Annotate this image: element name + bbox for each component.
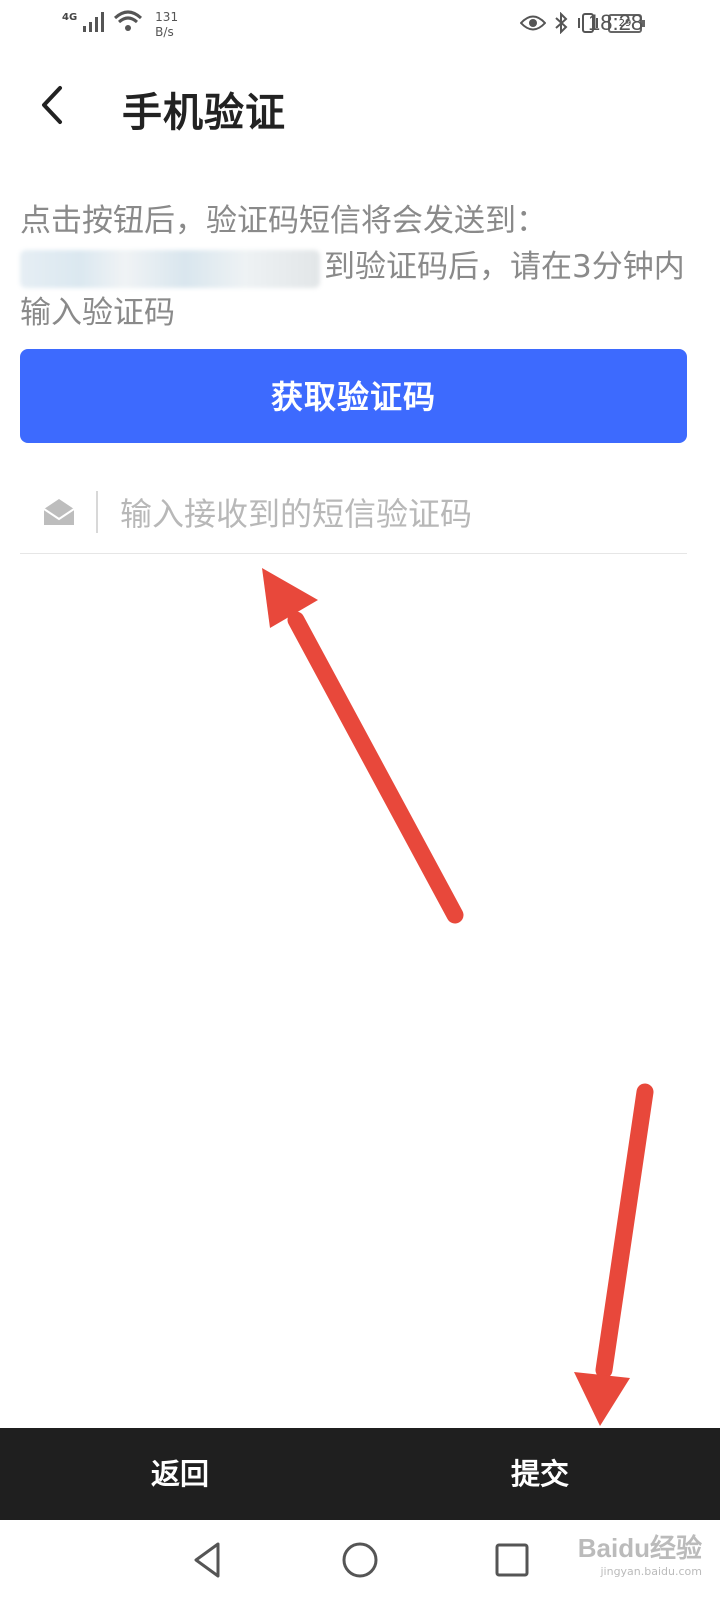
nav-home-icon[interactable] (338, 1538, 382, 1582)
watermark-main: Baidu经验 (577, 1533, 702, 1563)
header: 手机验证 (0, 62, 720, 148)
back-button[interactable]: 返回 (0, 1428, 360, 1520)
annotation-arrow-down (574, 1083, 654, 1426)
masked-phone-number (20, 249, 320, 288)
network-type: 4G (62, 12, 78, 23)
description-line-2-text: 到验证码后，请在3分钟内 (324, 249, 685, 285)
status-time: 18:28 (588, 10, 644, 35)
status-left: 4G 131 B/s (62, 10, 178, 40)
bluetooth-icon (555, 12, 568, 34)
wifi-icon (114, 10, 143, 31)
speed-value: 131 (155, 10, 179, 24)
code-input-row (20, 475, 687, 554)
envelope-icon (43, 499, 75, 525)
nav-back-icon[interactable] (186, 1538, 230, 1582)
bottom-action-bar: 返回 提交 (0, 1428, 720, 1520)
sms-code-input[interactable] (118, 483, 682, 545)
nav-recents-icon[interactable] (490, 1538, 534, 1582)
page-title: 手机验证 (122, 90, 286, 136)
signal-icon (83, 12, 105, 32)
watermark: Baidu经验 jingyan.baidu.com (578, 1528, 702, 1578)
input-divider (96, 491, 98, 533)
description-line-2: 到验证码后，请在3分钟内 (20, 244, 700, 290)
network-speed: 131 B/s (155, 10, 178, 40)
verification-description: 点击按钮后，验证码短信将会发送到： 到验证码后，请在3分钟内 输入验证码 (20, 198, 700, 336)
description-line-1: 点击按钮后，验证码短信将会发送到： (20, 203, 547, 239)
eye-icon (520, 15, 546, 31)
system-nav-bar: Baidu经验 jingyan.baidu.com (0, 1520, 720, 1600)
speed-unit: B/s (155, 25, 174, 39)
get-code-button[interactable]: 获取验证码 (20, 349, 687, 443)
status-bar: 4G 131 B/s 29 18:28 (0, 0, 720, 50)
submit-button[interactable]: 提交 (360, 1428, 720, 1520)
description-line-3: 输入验证码 (20, 295, 175, 331)
watermark-sub: jingyan.baidu.com (600, 1565, 702, 1578)
back-arrow-icon[interactable] (34, 80, 74, 130)
annotation-arrow-up (262, 568, 464, 924)
